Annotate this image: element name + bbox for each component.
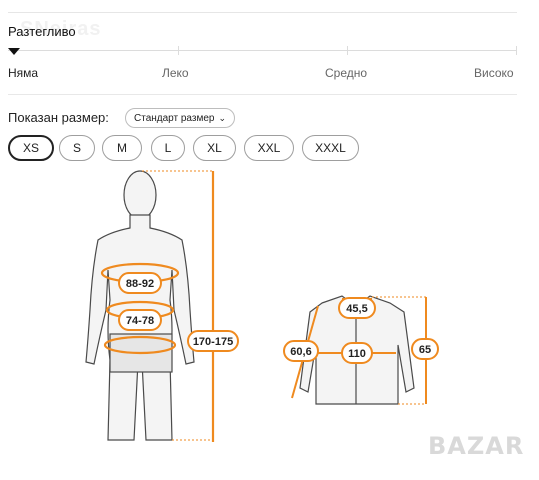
stretch-tick	[347, 46, 348, 55]
jacket-chest-badge: 110	[341, 342, 373, 364]
stretch-tick	[178, 46, 179, 55]
waist-value: 74-78	[126, 315, 154, 327]
stretch-scale-track	[8, 50, 517, 51]
waist-badge: 74-78	[118, 309, 162, 331]
size-option-l[interactable]: L	[151, 135, 185, 161]
shoulder-badge: 45,5	[338, 297, 376, 319]
jacket-chest-value: 110	[348, 348, 366, 360]
chest-badge: 88-92	[118, 272, 162, 294]
length-value: 65	[419, 344, 431, 356]
top-divider	[8, 12, 517, 13]
chevron-down-icon: ⌄	[218, 112, 227, 123]
stretch-pointer-icon	[8, 48, 20, 55]
shoulder-value: 45,5	[346, 303, 367, 315]
stretch-level-medium: Средно	[325, 66, 368, 80]
height-value: 170-175	[193, 336, 233, 348]
size-option-xxxl[interactable]: XXXL	[302, 135, 359, 161]
size-option-s[interactable]: S	[59, 135, 95, 161]
chest-value: 88-92	[126, 278, 154, 290]
stretch-level-high: Високо	[474, 66, 514, 80]
stretch-tick	[516, 46, 517, 55]
size-option-m[interactable]: M	[102, 135, 142, 161]
shown-size-label: Показан размер:	[8, 110, 109, 125]
size-option-xl[interactable]: XL	[193, 135, 236, 161]
sleeve-badge: 60,6	[283, 340, 319, 362]
size-standard-select[interactable]: Стандарт размер ⌄	[125, 108, 236, 128]
body-head	[123, 170, 157, 220]
size-diagram: 88-92 74-78 170-175 45,5 60,6 110 65	[85, 170, 439, 442]
bottom-watermark: BAZAR	[428, 432, 525, 460]
size-option-xs[interactable]: XS	[8, 135, 54, 161]
size-standard-select-value: Стандарт размер	[134, 112, 215, 124]
section-divider	[8, 94, 517, 95]
stretch-level-none: Няма	[8, 66, 39, 80]
stretch-title: Разтегливо	[8, 24, 76, 39]
body-figure	[85, 170, 195, 441]
length-badge: 65	[411, 338, 439, 360]
sleeve-value: 60,6	[290, 346, 311, 358]
size-option-xxl[interactable]: XXL	[244, 135, 294, 161]
stretch-level-light: Леко	[162, 66, 189, 80]
height-badge: 170-175	[187, 330, 239, 352]
